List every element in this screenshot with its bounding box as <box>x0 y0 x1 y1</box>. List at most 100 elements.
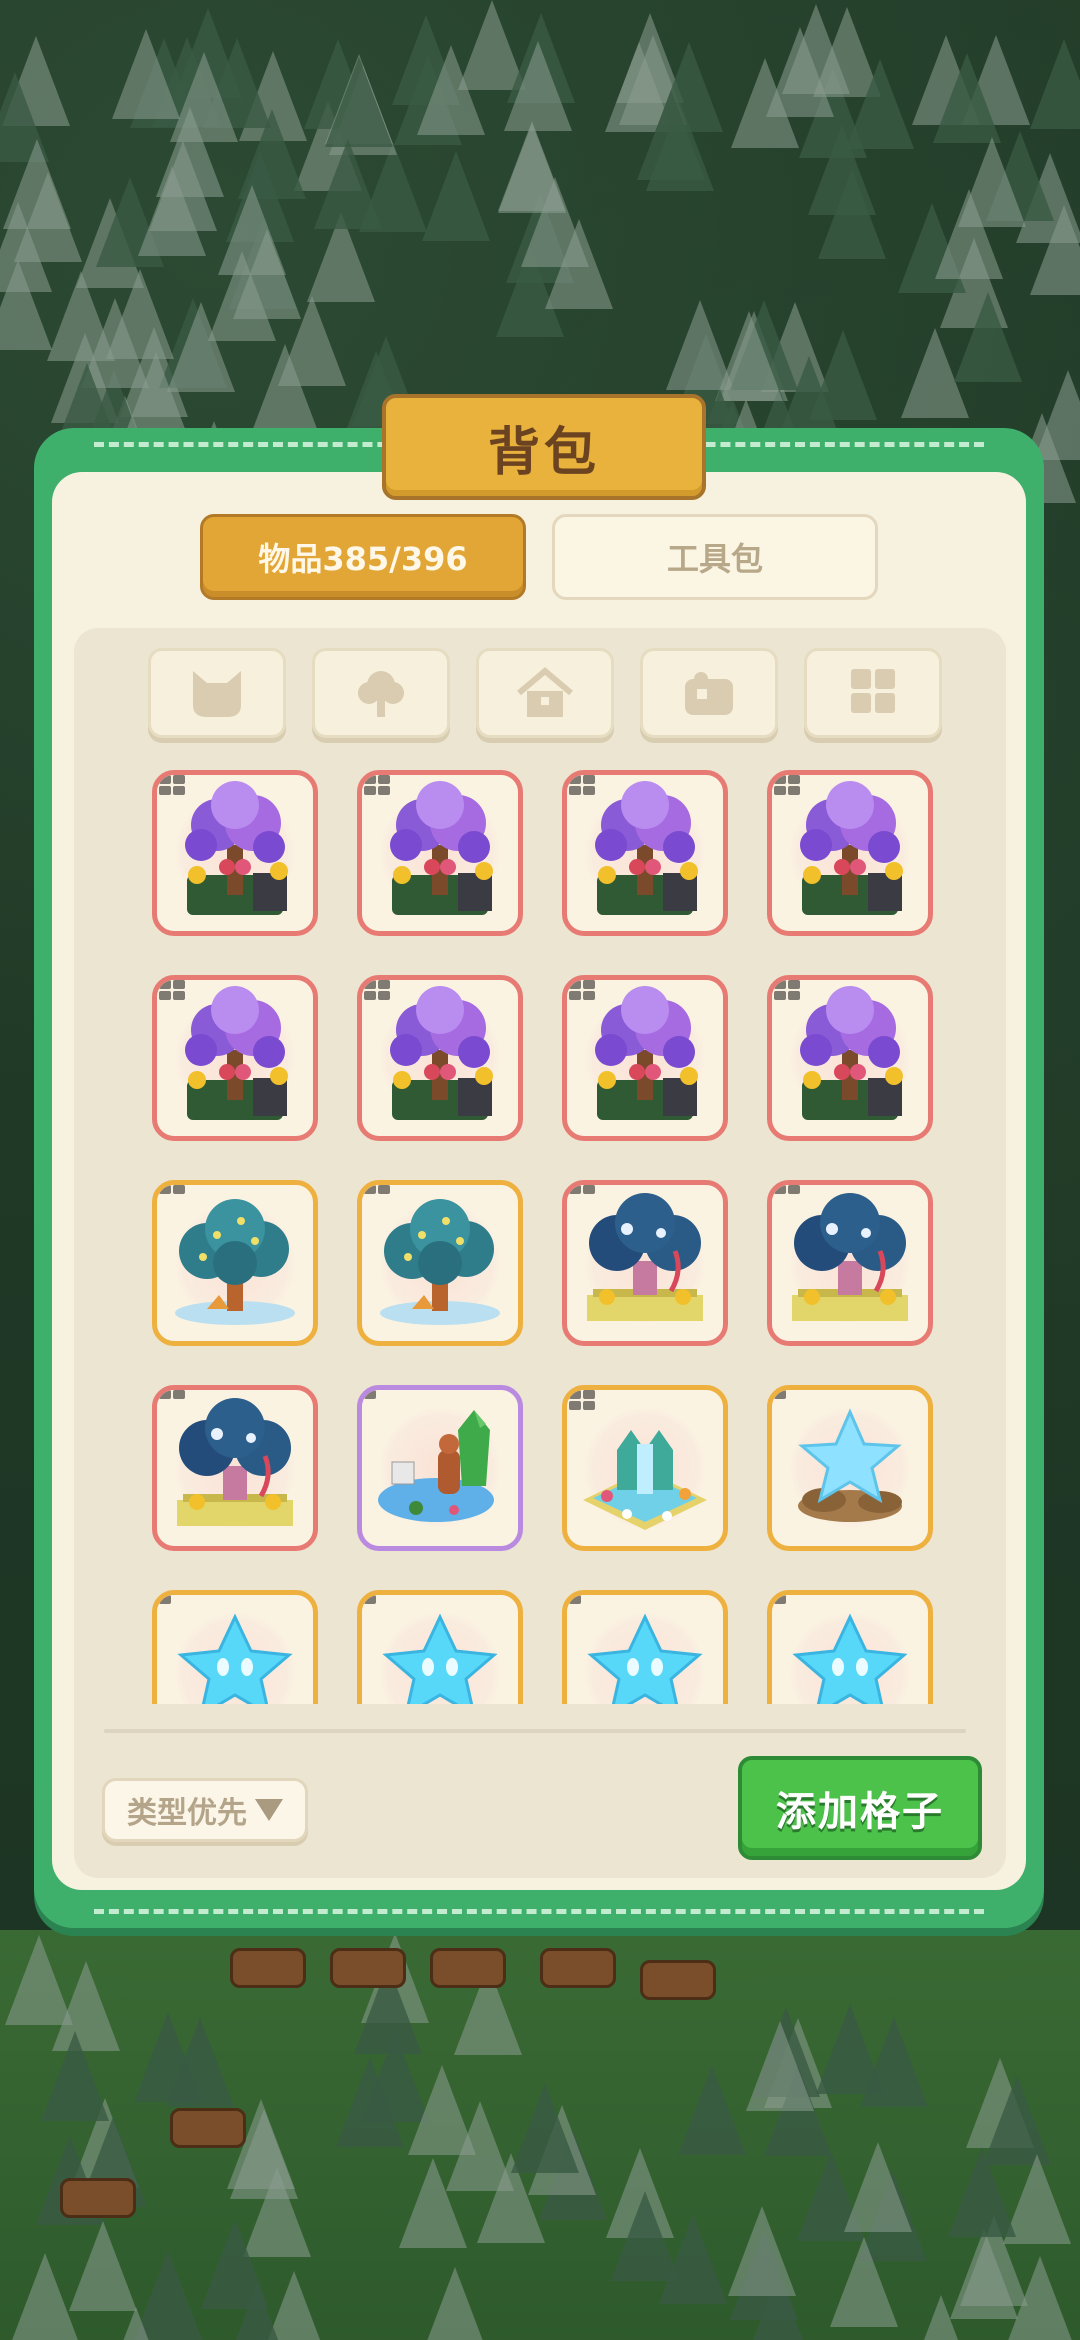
inventory-item-shrine-tree[interactable] <box>767 1180 933 1346</box>
waterfall-garden-icon <box>567 1390 723 1546</box>
pine-tree <box>843 2142 912 2233</box>
house-icon <box>517 667 573 717</box>
log-pile <box>430 1948 506 1988</box>
blue-tree-icon <box>157 1185 313 1341</box>
inventory-item-blossom-tree[interactable] <box>767 975 933 1141</box>
pine-tree <box>422 151 491 242</box>
pine-tree <box>610 2190 679 2281</box>
sort-label: 类型优先 <box>127 1796 247 1831</box>
stack-badge-icon <box>362 980 400 1004</box>
pine-tree <box>201 2218 270 2309</box>
blossom-tree-icon <box>362 775 518 931</box>
blue-tree-icon <box>362 1185 518 1341</box>
category-all-button[interactable] <box>804 648 942 738</box>
log-pile <box>170 2108 246 2148</box>
stack-badge-icon <box>567 1595 605 1619</box>
pine-tree <box>932 52 1001 143</box>
log-pile <box>60 2178 136 2218</box>
stack-badge-icon <box>567 1390 605 1414</box>
blossom-tree-icon <box>157 980 313 1136</box>
stack-badge-icon <box>362 1595 400 1619</box>
shrine-tree-icon <box>772 1185 928 1341</box>
stack-badge-icon <box>157 1390 195 1414</box>
pine-tree <box>399 2157 468 2248</box>
log-pile <box>640 1960 716 2000</box>
blossom-tree-icon <box>772 980 928 1136</box>
add-slots-button[interactable]: 添加格子 <box>738 1756 982 1860</box>
inventory-item-star-rock[interactable] <box>767 1385 933 1551</box>
category-buildings-button[interactable] <box>476 648 614 738</box>
sort-dropdown[interactable]: 类型优先 <box>102 1778 308 1842</box>
pine-tree <box>504 40 573 131</box>
stack-badge-icon <box>772 775 810 799</box>
pine-tree <box>511 2083 580 2174</box>
pine-tree <box>420 2266 489 2340</box>
tab-items[interactable]: 物品385/396 <box>200 514 526 600</box>
pine-tree <box>845 58 914 149</box>
panel-bottom-dash <box>94 1909 984 1914</box>
pine-tree <box>818 168 887 259</box>
stack-badge-icon <box>157 775 195 799</box>
inventory-item-blossom-tree[interactable] <box>152 975 318 1141</box>
pine-tree <box>232 228 301 319</box>
stack-badge-icon <box>157 1595 195 1619</box>
log-pile <box>330 1948 406 1988</box>
pine-tree <box>1034 370 1080 461</box>
inventory-item-blue-tree[interactable] <box>152 1180 318 1346</box>
blossom-tree-icon <box>157 775 313 931</box>
cat-face-icon <box>193 671 241 717</box>
shrine-tree-icon <box>567 1185 723 1341</box>
category-chest-button[interactable] <box>640 648 778 738</box>
pine-tree <box>954 292 1023 383</box>
pine-tree <box>68 2221 137 2311</box>
inventory-item-waterfall-garden[interactable] <box>562 1385 728 1551</box>
stack-badge-icon <box>567 775 605 799</box>
stack-badge-icon <box>362 1185 400 1209</box>
stack-badge-icon <box>772 980 810 1004</box>
stack-badge-icon <box>772 1595 810 1619</box>
dropdown-triangle-icon <box>255 1799 283 1821</box>
pine-tree <box>935 189 1004 280</box>
inventory-item-shrine-tree[interactable] <box>562 1180 728 1346</box>
blossom-tree-icon <box>567 980 723 1136</box>
inventory-item-blossom-tree[interactable] <box>562 975 728 1141</box>
blossom-tree-icon <box>567 775 723 931</box>
inventory-item-blossom-tree[interactable] <box>357 975 523 1141</box>
inventory-item-pond-garden[interactable] <box>357 1385 523 1551</box>
inventory-item-blue-tree[interactable] <box>357 1180 523 1346</box>
pine-tree <box>815 2003 884 2094</box>
blossom-tree-icon <box>772 775 928 931</box>
pine-tree <box>324 57 393 148</box>
inventory-item-star-plant[interactable] <box>152 1590 318 1704</box>
inventory-item-blossom-tree[interactable] <box>357 770 523 936</box>
category-pets-button[interactable] <box>148 648 286 738</box>
inventory-item-star-plant[interactable] <box>767 1590 933 1704</box>
pine-tree <box>745 2021 814 2112</box>
inventory-item-star-plant[interactable] <box>357 1590 523 1704</box>
pine-tree <box>544 218 613 309</box>
inventory-item-blossom-tree[interactable] <box>562 770 728 936</box>
pine-tree <box>677 2064 746 2155</box>
inventory-item-shrine-tree[interactable] <box>152 1385 318 1551</box>
pine-tree <box>1029 39 1080 130</box>
divider <box>104 1729 966 1733</box>
inventory-item-blossom-tree[interactable] <box>767 770 933 936</box>
pine-tree <box>41 2030 110 2121</box>
inventory-item-star-plant[interactable] <box>562 1590 728 1704</box>
stack-badge-icon <box>157 1185 195 1209</box>
shrine-tree-icon <box>157 1390 313 1546</box>
stack-badge-icon <box>362 775 400 799</box>
pine-tree <box>170 51 238 142</box>
category-plants-button[interactable] <box>312 648 450 738</box>
pine-tree <box>728 2205 797 2296</box>
pine-tree <box>637 89 706 180</box>
item-list[interactable] <box>140 762 940 1704</box>
tab-toolkit[interactable]: 工具包 <box>552 514 878 600</box>
pond-garden-icon <box>362 1390 518 1546</box>
panel-title: 背包 <box>382 394 706 500</box>
star-rock-icon <box>772 1390 928 1546</box>
tree-icon <box>358 671 404 717</box>
stack-badge-icon <box>362 1390 400 1414</box>
pine-tree <box>101 2306 170 2340</box>
inventory-item-blossom-tree[interactable] <box>152 770 318 936</box>
